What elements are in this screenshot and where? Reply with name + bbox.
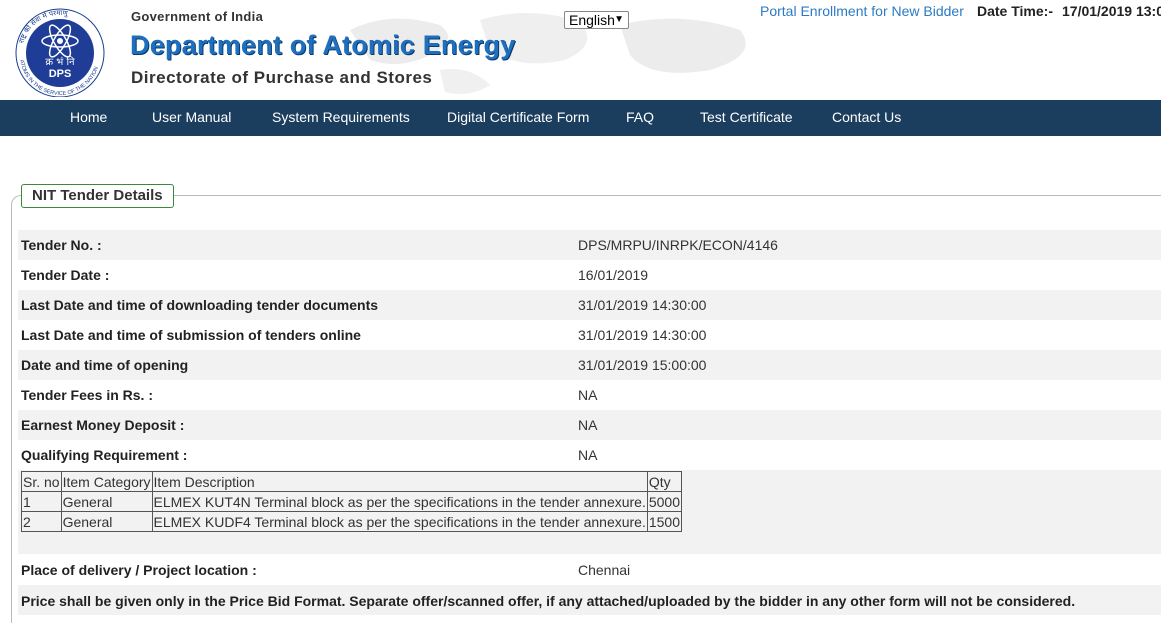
detail-row-tender-no: Tender No. : DPS/MRPU/INRPK/ECON/4146: [18, 230, 1161, 260]
nav-home[interactable]: Home: [70, 109, 107, 125]
date-time-label: Date Time:-: [977, 3, 1053, 19]
detail-label: Tender No. :: [21, 237, 102, 253]
government-title: Government of India: [131, 9, 264, 24]
detail-value: 16/01/2019: [578, 267, 649, 283]
dropdown-arrow-icon: ▼: [614, 14, 624, 25]
table-cell: 1500: [646, 511, 683, 532]
table-header-cell: Qty: [646, 471, 683, 492]
table-cell: General: [60, 511, 153, 532]
table-header-cell: Item Description: [151, 471, 648, 492]
table-row: 1 General ELMEX KUT4N Terminal block as …: [21, 491, 683, 512]
section-title: NIT Tender Details: [21, 184, 174, 208]
detail-value: 31/01/2019 14:30:00: [578, 297, 707, 313]
detail-label: Date and time of opening: [21, 357, 189, 373]
detail-value: NA: [578, 387, 598, 403]
detail-row-emd: Earnest Money Deposit : NA: [18, 410, 1161, 440]
nav-test-certificate[interactable]: Test Certificate: [700, 109, 793, 125]
table-cell: 1: [21, 491, 62, 512]
detail-value: DPS/MRPU/INRPK/ECON/4146: [578, 237, 778, 253]
directorate-title: Directorate of Purchase and Stores: [131, 68, 433, 87]
nav-user-manual[interactable]: User Manual: [152, 109, 231, 125]
table-cell: ELMEX KUT4N Terminal block as per the sp…: [151, 491, 648, 512]
detail-row-tender-fees: Tender Fees in Rs. : NA: [18, 380, 1161, 410]
table-header-row: Sr. no Item Category Item Description Qt…: [21, 471, 683, 492]
price-note: Price shall be given only in the Price B…: [21, 593, 1076, 609]
language-select-value: English: [569, 12, 615, 28]
detail-row-download-deadline: Last Date and time of downloading tender…: [18, 290, 1161, 320]
detail-row-qualifying-requirement: Qualifying Requirement : NA: [18, 440, 1161, 470]
svg-text:DPS: DPS: [49, 68, 72, 80]
table-cell: 5000: [646, 491, 683, 512]
portal-enrollment-link[interactable]: Portal Enrollment for New Bidder: [760, 3, 964, 19]
detail-label: Tender Fees in Rs. :: [21, 387, 153, 403]
table-cell: ELMEX KUDF4 Terminal block as per the sp…: [151, 511, 648, 532]
date-time-value: 17/01/2019 13:04: [1062, 3, 1161, 19]
detail-row-tender-date: Tender Date : 16/01/2019: [18, 260, 1161, 290]
table-cell: 2: [21, 511, 62, 532]
detail-label: Qualifying Requirement :: [21, 447, 188, 463]
detail-value: NA: [578, 417, 598, 433]
nav-contact-us[interactable]: Contact Us: [832, 109, 901, 125]
department-title: Department of Atomic Energy: [130, 30, 516, 60]
detail-value: 31/01/2019 14:30:00: [578, 327, 707, 343]
items-table: Sr. no Item Category Item Description Qt…: [21, 471, 683, 532]
detail-value: NA: [578, 447, 598, 463]
language-select[interactable]: English ▼: [564, 11, 629, 29]
nav-faq[interactable]: FAQ: [626, 109, 654, 125]
svg-text:क्र भं नि: क्र भं नि: [45, 56, 75, 68]
main-nav: Home User Manual System Requirements Dig…: [0, 100, 1161, 136]
detail-label: Earnest Money Deposit :: [21, 417, 185, 433]
detail-label: Last Date and time of submission of tend…: [21, 327, 361, 343]
detail-row-submission-deadline: Last Date and time of submission of tend…: [18, 320, 1161, 350]
detail-label: Last Date and time of downloading tender…: [21, 297, 379, 313]
nav-system-requirements[interactable]: System Requirements: [272, 109, 410, 125]
detail-label: Place of delivery / Project location :: [21, 562, 257, 578]
detail-label: Tender Date :: [21, 267, 110, 283]
detail-row-opening: Date and time of opening 31/01/2019 15:0…: [18, 350, 1161, 380]
detail-row-delivery: Place of delivery / Project location : C…: [18, 555, 1161, 585]
table-cell: General: [60, 491, 153, 512]
site-header: क्र भं नि DPS राष्ट्र की सेवा में परमाणु…: [0, 0, 1161, 100]
detail-value: 31/01/2019 15:00:00: [578, 357, 707, 373]
nav-digital-certificate-form[interactable]: Digital Certificate Form: [447, 109, 589, 125]
table-header-cell: Item Category: [60, 471, 153, 492]
dps-logo: क्र भं नि DPS राष्ट्र की सेवा में परमाणु…: [15, 8, 105, 97]
table-row: 2 General ELMEX KUDF4 Terminal block as …: [21, 511, 683, 532]
detail-value: Chennai: [578, 562, 631, 578]
table-header-cell: Sr. no: [21, 471, 62, 492]
